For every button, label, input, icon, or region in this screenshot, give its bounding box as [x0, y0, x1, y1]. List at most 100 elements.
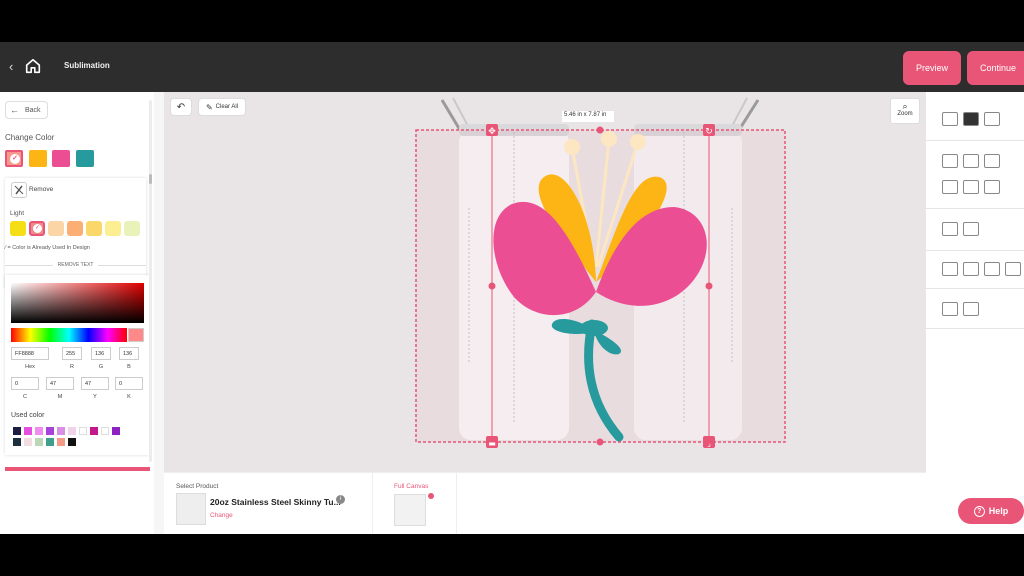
k-input[interactable]: 0 — [115, 377, 143, 390]
back-chevron-icon[interactable]: ‹ — [9, 59, 13, 74]
panel-scrollbar[interactable] — [149, 100, 152, 462]
used-color-swatch[interactable] — [68, 438, 76, 446]
r-input[interactable]: 255 — [62, 347, 82, 360]
arrange-up-icon[interactable] — [942, 262, 958, 276]
stem-knot — [580, 320, 608, 336]
align-middle-icon[interactable] — [963, 180, 979, 194]
used-color-swatch[interactable] — [46, 427, 54, 435]
rotate-handle — [703, 124, 715, 136]
b-input[interactable]: 136 — [119, 347, 139, 360]
align-right-icon[interactable] — [984, 154, 1000, 168]
broom-icon: ✎ — [205, 102, 213, 112]
light-color-swatch[interactable] — [48, 221, 64, 236]
undo-icon: ↶ — [176, 101, 186, 113]
remove-text-label[interactable]: REMOVE TEXT — [5, 262, 146, 268]
stamen-tip — [601, 131, 617, 147]
saturation-value-area[interactable] — [11, 283, 144, 323]
arrange-down-icon[interactable] — [984, 262, 1000, 276]
divider — [372, 473, 373, 534]
flip-vertical-icon[interactable] — [963, 222, 979, 236]
align-left-icon[interactable] — [942, 154, 958, 168]
hex-input[interactable]: FF8888 — [11, 347, 49, 360]
bring-to-front-icon[interactable] — [963, 112, 979, 126]
change-product-link[interactable]: Change — [210, 512, 233, 519]
m-label: M — [57, 394, 63, 400]
y-input[interactable]: 47 — [81, 377, 109, 390]
light-color-swatch[interactable]: ✓ — [29, 221, 45, 236]
zoom-button[interactable]: ⌕ Zoom — [890, 98, 920, 124]
current-color-swatch[interactable]: ✓ — [5, 150, 23, 167]
continue-button[interactable]: Continue — [967, 51, 1024, 85]
selected-dot — [428, 493, 434, 499]
toolbar-divider — [926, 208, 1024, 209]
full-canvas-thumbnail[interactable] — [394, 494, 426, 526]
right-tumbler — [634, 130, 742, 440]
arrange-center-icon[interactable] — [963, 262, 979, 276]
used-color-swatch[interactable] — [79, 427, 87, 435]
align-bottom-icon[interactable] — [984, 180, 1000, 194]
used-color-swatch[interactable] — [112, 427, 120, 435]
c-input[interactable]: 0 — [11, 377, 39, 390]
used-color-note: ⁄ = Color is Already Used In Design — [5, 245, 90, 251]
remove-color-icon[interactable] — [11, 182, 27, 198]
bring-forward-icon[interactable] — [942, 112, 958, 126]
align-center-icon[interactable] — [963, 154, 979, 168]
flip-horizontal-icon[interactable] — [942, 222, 958, 236]
page-title: Sublimation — [64, 61, 110, 70]
resize-handle — [703, 436, 715, 448]
current-color-swatch[interactable] — [29, 150, 47, 167]
help-button[interactable]: ? Help — [958, 498, 1024, 524]
right-tumbler-lid — [634, 124, 742, 136]
used-color-swatch[interactable] — [57, 427, 65, 435]
dimension-label: 5.46 in x 7.87 in — [564, 112, 607, 118]
canvas-artwork[interactable]: ✥ ↻ ▬ ⌟ — [164, 92, 926, 472]
back-button[interactable]: ← Back — [5, 101, 48, 119]
used-color-swatch[interactable] — [101, 427, 109, 435]
right-straw-2 — [731, 97, 748, 127]
current-color-swatch[interactable] — [76, 150, 94, 167]
select-icon[interactable] — [942, 302, 958, 316]
clear-all-button[interactable]: ✎ Clear All — [198, 98, 246, 116]
design-canvas[interactable]: ↶ ✎ Clear All ⌕ Zoom ✥ ↻ ▬ ⌟ 5.46 in x 7… — [164, 92, 926, 472]
undo-button[interactable]: ↶ — [170, 98, 192, 116]
handle-left — [488, 282, 496, 290]
used-color-swatch[interactable] — [24, 427, 32, 435]
used-color-swatch[interactable] — [13, 427, 21, 435]
light-color-swatch[interactable] — [86, 221, 102, 236]
used-color-swatch[interactable] — [90, 427, 98, 435]
change-color-title: Change Color — [5, 133, 55, 142]
hue-slider[interactable] — [11, 328, 127, 342]
send-backward-icon[interactable] — [984, 112, 1000, 126]
used-color-swatch[interactable] — [35, 427, 43, 435]
panel-scroll-thumb[interactable] — [149, 174, 152, 184]
light-color-swatch[interactable] — [67, 221, 83, 236]
help-label: Help — [988, 506, 1009, 516]
g-input[interactable]: 136 — [91, 347, 111, 360]
used-color-swatch[interactable] — [24, 438, 32, 446]
used-color-swatch[interactable] — [13, 438, 21, 446]
crop-icon[interactable] — [963, 302, 979, 316]
preview-button[interactable]: Preview — [903, 51, 961, 85]
current-color-swatch[interactable] — [52, 150, 70, 167]
used-color-swatch[interactable] — [57, 438, 65, 446]
used-color-swatch[interactable] — [46, 438, 54, 446]
light-label: Light — [10, 210, 25, 217]
light-color-swatch[interactable] — [10, 221, 26, 236]
left-tumbler-lid — [459, 124, 569, 136]
home-icon[interactable] — [24, 57, 42, 75]
move-icon: ✥ — [488, 127, 496, 137]
light-color-swatch[interactable] — [105, 221, 121, 236]
leaf-right — [594, 330, 622, 355]
full-canvas-label[interactable]: Full Canvas — [394, 483, 428, 490]
used-color-swatch[interactable] — [68, 427, 76, 435]
used-color-swatch[interactable] — [35, 438, 43, 446]
product-thumbnail[interactable] — [176, 493, 206, 525]
m-input[interactable]: 47 — [46, 377, 74, 390]
color-preview — [128, 328, 144, 342]
toolbar-divider — [926, 288, 1024, 289]
question-icon: ? — [973, 505, 985, 517]
light-color-swatch[interactable] — [124, 221, 140, 236]
align-top-icon[interactable] — [942, 180, 958, 194]
info-icon[interactable]: i — [336, 495, 345, 504]
arrange-wide-icon[interactable] — [1005, 262, 1021, 276]
